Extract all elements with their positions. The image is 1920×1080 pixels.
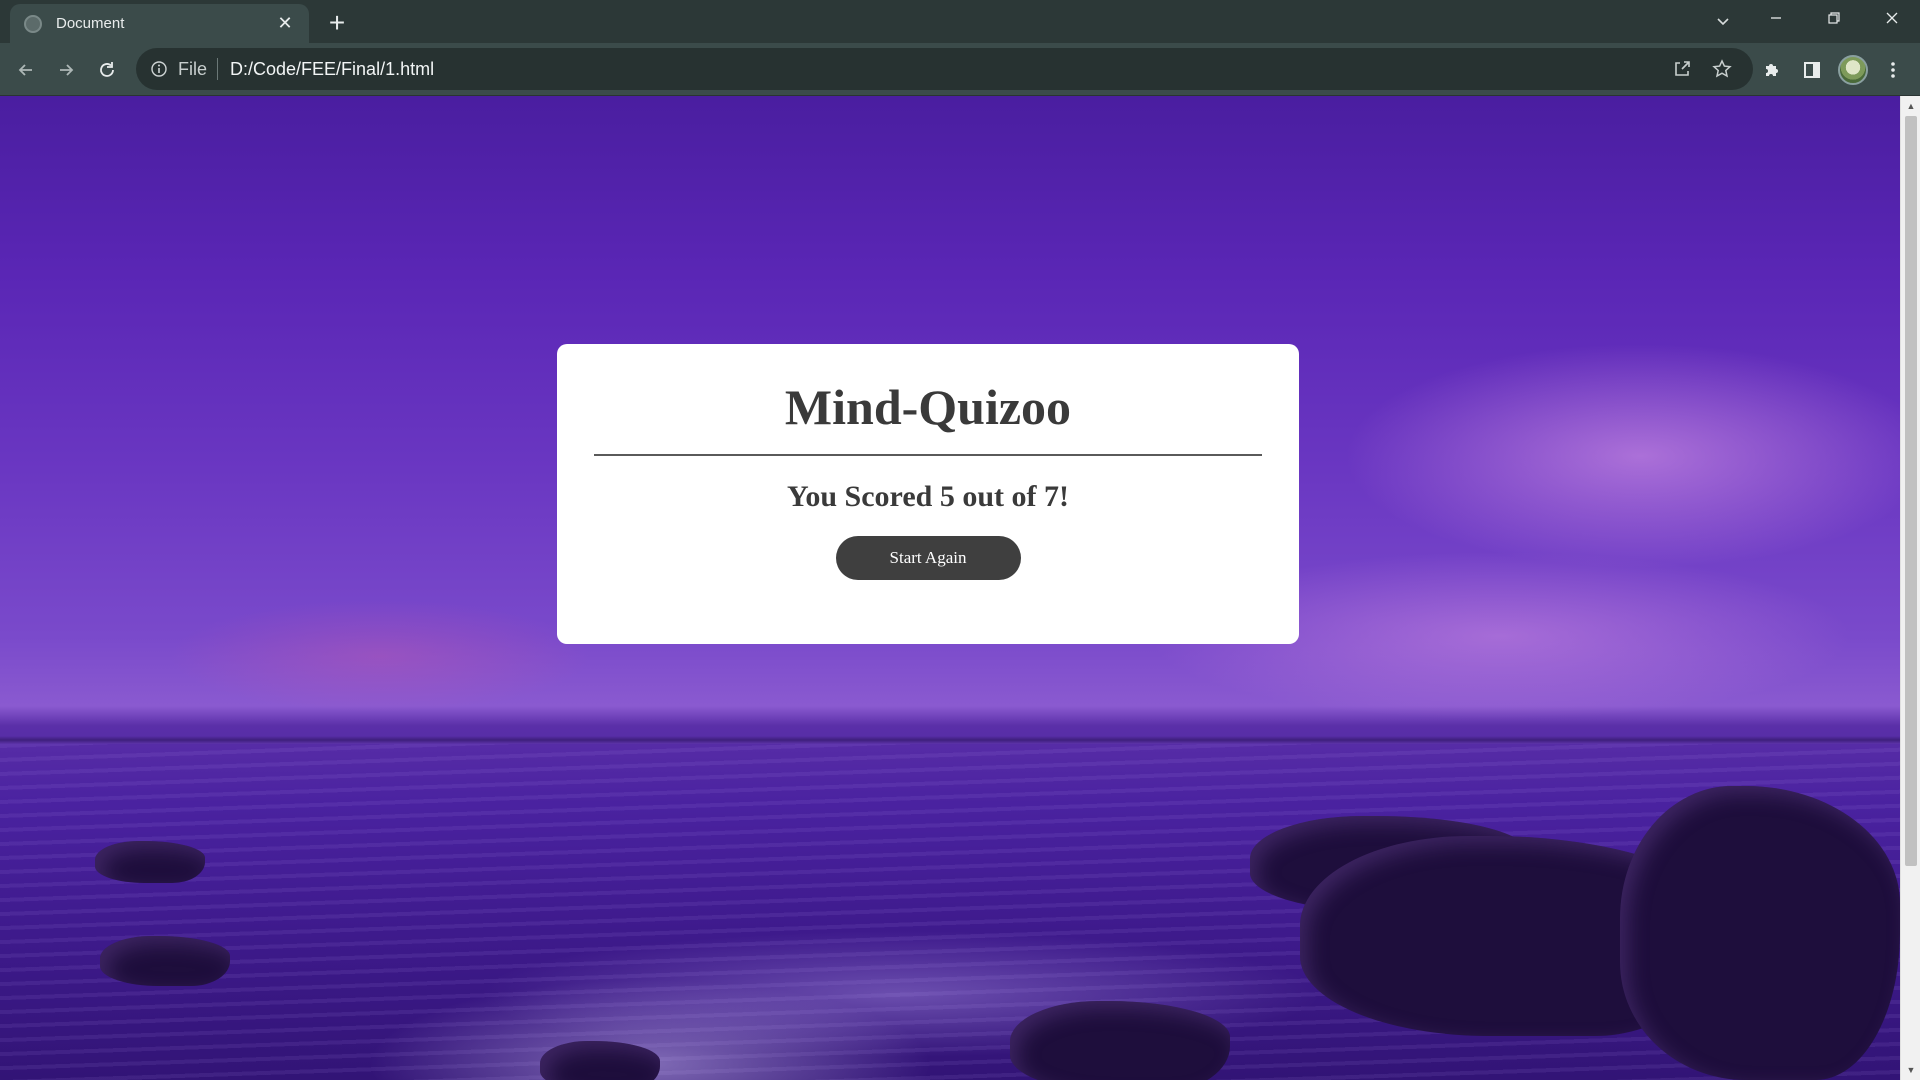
tab-close-icon[interactable]: ✕ xyxy=(273,12,297,36)
start-again-button[interactable]: Start Again xyxy=(835,536,1021,580)
star-icon[interactable] xyxy=(1706,53,1738,85)
close-window-icon[interactable] xyxy=(1864,0,1920,36)
avatar[interactable] xyxy=(1838,55,1868,85)
scroll-up-arrow-icon[interactable]: ▲ xyxy=(1901,98,1920,114)
url-text[interactable]: D:/Code/FEE/Final/1.html xyxy=(230,59,434,80)
side-panel-icon[interactable] xyxy=(1796,54,1828,86)
address-bar[interactable]: File D:/Code/FEE/Final/1.html xyxy=(136,48,1753,90)
page-title: Mind-Quizoo xyxy=(784,379,1072,435)
minimize-icon[interactable] xyxy=(1748,0,1804,36)
background-horizon xyxy=(0,736,1900,744)
arrow-right-icon[interactable] xyxy=(50,54,82,86)
kebab-menu-icon[interactable] xyxy=(1877,54,1909,86)
omnibox-divider xyxy=(217,58,219,80)
share-icon[interactable] xyxy=(1666,53,1698,85)
restore-icon[interactable] xyxy=(1806,0,1862,36)
vertical-scrollbar[interactable]: ▲ ▼ xyxy=(1900,96,1920,1080)
scrollbar-thumb[interactable] xyxy=(1905,116,1917,866)
background-rock xyxy=(540,1041,660,1080)
browser-tab[interactable]: Document ✕ xyxy=(10,4,309,43)
title-divider xyxy=(594,454,1262,456)
url-scheme-label: File xyxy=(178,58,208,79)
background-rock xyxy=(100,936,230,986)
tab-strip: Document ✕ + xyxy=(0,0,1920,43)
new-tab-button[interactable]: + xyxy=(322,8,352,38)
globe-icon xyxy=(24,14,42,33)
background-rock xyxy=(1620,786,1900,1080)
tab-title: Document xyxy=(56,15,125,32)
browser-toolbar: File D:/Code/FEE/Final/1.html xyxy=(0,43,1920,96)
page-viewport: Mind-Quizoo You Scored 5 out of 7! Start… xyxy=(0,96,1900,1080)
background-rock xyxy=(95,841,205,883)
info-icon[interactable] xyxy=(150,60,168,78)
scroll-down-arrow-icon[interactable]: ▼ xyxy=(1901,1062,1920,1078)
arrow-left-icon[interactable] xyxy=(10,54,42,86)
result-card: Mind-Quizoo You Scored 5 out of 7! Start… xyxy=(557,344,1299,644)
tab-search-chevron-icon[interactable] xyxy=(1708,6,1738,36)
puzzle-icon[interactable] xyxy=(1756,54,1788,86)
reload-icon[interactable] xyxy=(91,54,123,86)
background-rock xyxy=(1010,1001,1230,1080)
score-text: You Scored 5 out of 7! xyxy=(787,480,1069,513)
